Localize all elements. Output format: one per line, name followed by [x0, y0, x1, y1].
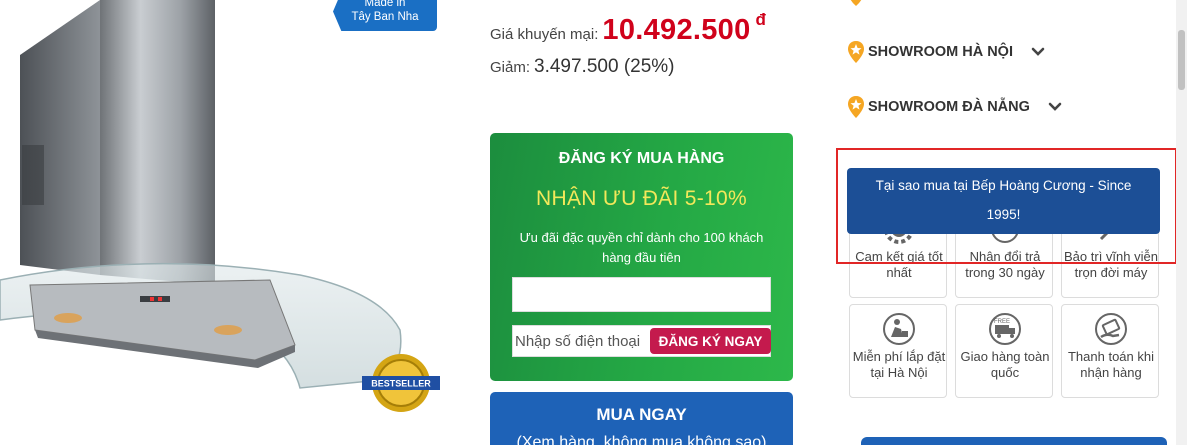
product-image[interactable]: Made in Tây Ban Nha BESTSELLER — [0, 0, 470, 445]
currency-symbol: đ — [755, 10, 766, 29]
free-delivery-icon: FREE — [989, 313, 1021, 345]
phone-input[interactable] — [513, 326, 663, 356]
buy-now-title: MUA NGAY — [596, 405, 687, 424]
installation-icon — [883, 313, 915, 345]
discount-label: Giảm: — [490, 59, 531, 76]
bestseller-badge-icon: BESTSELLER — [362, 354, 440, 412]
benefit-delivery: FREE Giao hàng toàn quốc — [955, 304, 1053, 398]
scrollbar-thumb[interactable] — [1178, 30, 1185, 90]
register-button[interactable]: ĐĂNG KÝ NGAY — [650, 328, 771, 354]
name-input[interactable] — [512, 277, 771, 312]
showroom-label: SHOWROOM ĐÀ NẴNG — [868, 99, 1030, 115]
location-pin-icon — [848, 41, 864, 63]
benefit-label: Thanh toán khi nhận hàng — [1067, 349, 1154, 380]
buy-now-button[interactable]: MUA NGAY (Xem hàng, không mua không sao) — [490, 392, 793, 445]
location-pin-icon — [848, 96, 864, 118]
benefit-label: Giao hàng toàn quốc — [960, 349, 1050, 380]
chevron-down-icon[interactable] — [1048, 102, 1062, 112]
buy-now-subtitle: (Xem hàng, không mua không sao) — [516, 434, 767, 445]
register-description: Ưu đãi đặc quyền chỉ dành cho 100 khách … — [519, 230, 764, 265]
origin-badge-line1: Made in — [364, 0, 406, 9]
scrollbar[interactable] — [1176, 0, 1187, 445]
benefit-label: Miễn phí lắp đặt tại Hà Nội — [852, 349, 946, 380]
origin-badge: Made in Tây Ban Nha — [333, 0, 437, 31]
register-offer: NHẬN ƯU ĐÃI 5-10% — [536, 187, 747, 210]
benefit-installation: Miễn phí lắp đặt tại Hà Nội — [849, 304, 947, 398]
register-title: ĐĂNG KÝ MUA HÀNG — [558, 150, 725, 167]
promo-price-value: 10.492.500 — [602, 14, 751, 46]
origin-badge-line2: Tây Ban Nha — [351, 11, 419, 23]
chevron-down-icon[interactable] — [1031, 47, 1045, 57]
discount-value: 3.497.500 (25%) — [534, 56, 675, 77]
discount-row: Giảm: 3.497.500 (25%) — [490, 56, 675, 78]
phone-field-wrapper: ĐĂNG KÝ NGAY — [512, 325, 771, 357]
bestseller-text: BESTSELLER — [371, 379, 431, 389]
bottom-action-button[interactable] — [861, 437, 1167, 445]
cash-on-delivery-icon — [1095, 313, 1127, 345]
promo-price-label: Giá khuyến mại: — [490, 26, 599, 43]
benefit-cod: Thanh toán khi nhận hàng — [1061, 304, 1159, 398]
highlight-frame — [836, 148, 1177, 264]
showroom-label: SHOWROOM HÀ NỘI — [868, 44, 1013, 60]
svg-text:FREE: FREE — [994, 319, 1010, 325]
showroom-danang[interactable]: SHOWROOM ĐÀ NẴNG — [846, 95, 1062, 119]
promo-price-row: Giá khuyến mại: 10.492.500 đ — [490, 10, 766, 47]
register-form: ĐĂNG KÝ MUA HÀNG NHẬN ƯU ĐÃI 5-10% Ưu đã… — [490, 133, 793, 381]
showroom-hanoi[interactable]: SHOWROOM HÀ NỘI — [846, 40, 1045, 64]
location-pin-icon — [850, 0, 862, 6]
